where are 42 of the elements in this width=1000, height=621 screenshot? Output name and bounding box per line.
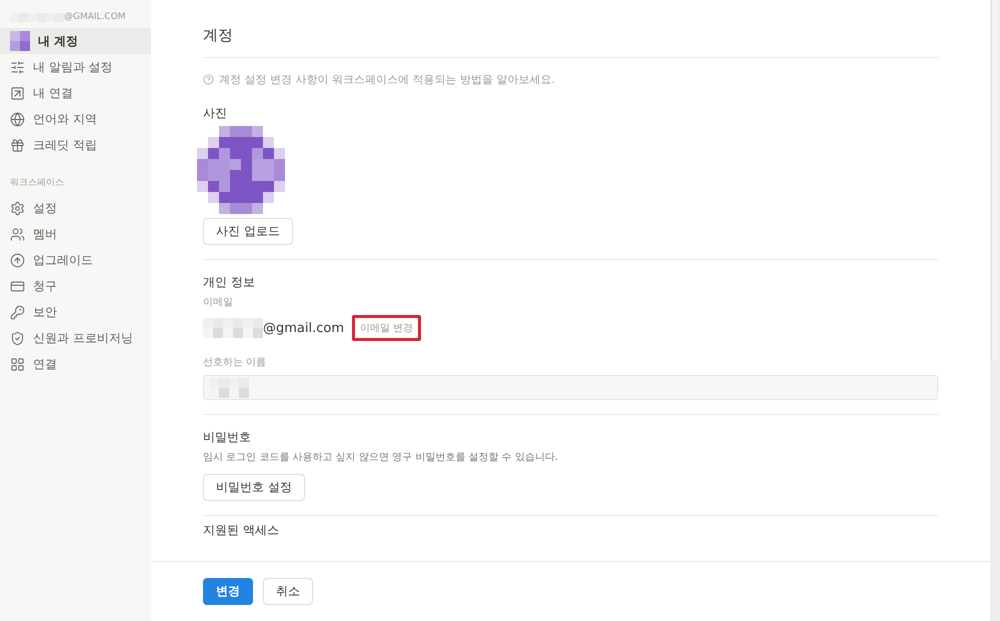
section-heading: 사진 <box>203 105 228 122</box>
gift-icon <box>10 138 25 152</box>
redacted-mosaic <box>209 378 249 398</box>
account-email: @GMAIL.COM <box>64 12 126 22</box>
arrow-square-icon <box>10 86 25 100</box>
shield-check-icon <box>10 330 25 346</box>
email-text: @gmail.com <box>263 320 344 336</box>
section-label: 워크스페이스 <box>9 177 65 189</box>
account-avatar <box>10 31 30 51</box>
sidebar-item[interactable]: 신원과 프로비저닝 <box>0 325 151 351</box>
globe-icon <box>10 112 25 126</box>
password-description: 임시 로그인 코드를 사용하고 싶지 않으면 영구 비밀번호를 설정할 수 있습니다. <box>203 451 559 464</box>
sidebar-item[interactable]: 보안 <box>0 299 151 325</box>
redacted-mosaic <box>203 318 263 338</box>
sidebar-item[interactable]: 내 알림과 설정 <box>0 54 151 80</box>
sidebar-item[interactable]: 연결 <box>0 351 151 377</box>
help-icon <box>203 74 214 85</box>
field-label: 이메일 <box>203 296 234 309</box>
sidebar-item[interactable]: 업그레이드 <box>0 247 151 273</box>
sidebar-item[interactable]: 청구 <box>0 273 151 299</box>
people-icon <box>10 226 25 242</box>
sidebar-item[interactable]: 크레딧 적립 <box>0 132 151 158</box>
section-heading: 지원된 액세스 <box>203 522 280 539</box>
settings-icon <box>10 200 25 216</box>
save-button[interactable]: 변경 <box>203 578 253 605</box>
arrow-up-circle-icon <box>10 252 25 268</box>
upload-photo-button[interactable]: 사진 업로드 <box>203 218 293 245</box>
sidebar-item[interactable]: 내 연결 <box>0 80 151 106</box>
set-password-button[interactable]: 비밀번호 설정 <box>203 474 305 501</box>
field-label: 선호하는 이름 <box>203 356 268 369</box>
sidebar-item[interactable]: 멤버 <box>0 221 151 247</box>
sidebar-item[interactable]: 설정 <box>0 195 151 221</box>
sliders-icon <box>10 60 25 74</box>
cancel-button[interactable]: 취소 <box>263 578 313 605</box>
sidebar-item[interactable]: 언어와 지역 <box>0 106 151 132</box>
page-title: 계정 <box>203 26 234 46</box>
section-heading: 비밀번호 <box>203 429 252 446</box>
key-icon <box>10 304 25 320</box>
sidebar-item[interactable]: 내 계정 <box>0 28 151 54</box>
section-heading: 개인 정보 <box>203 274 256 291</box>
grid-icon <box>10 356 25 372</box>
card-icon <box>10 278 25 294</box>
